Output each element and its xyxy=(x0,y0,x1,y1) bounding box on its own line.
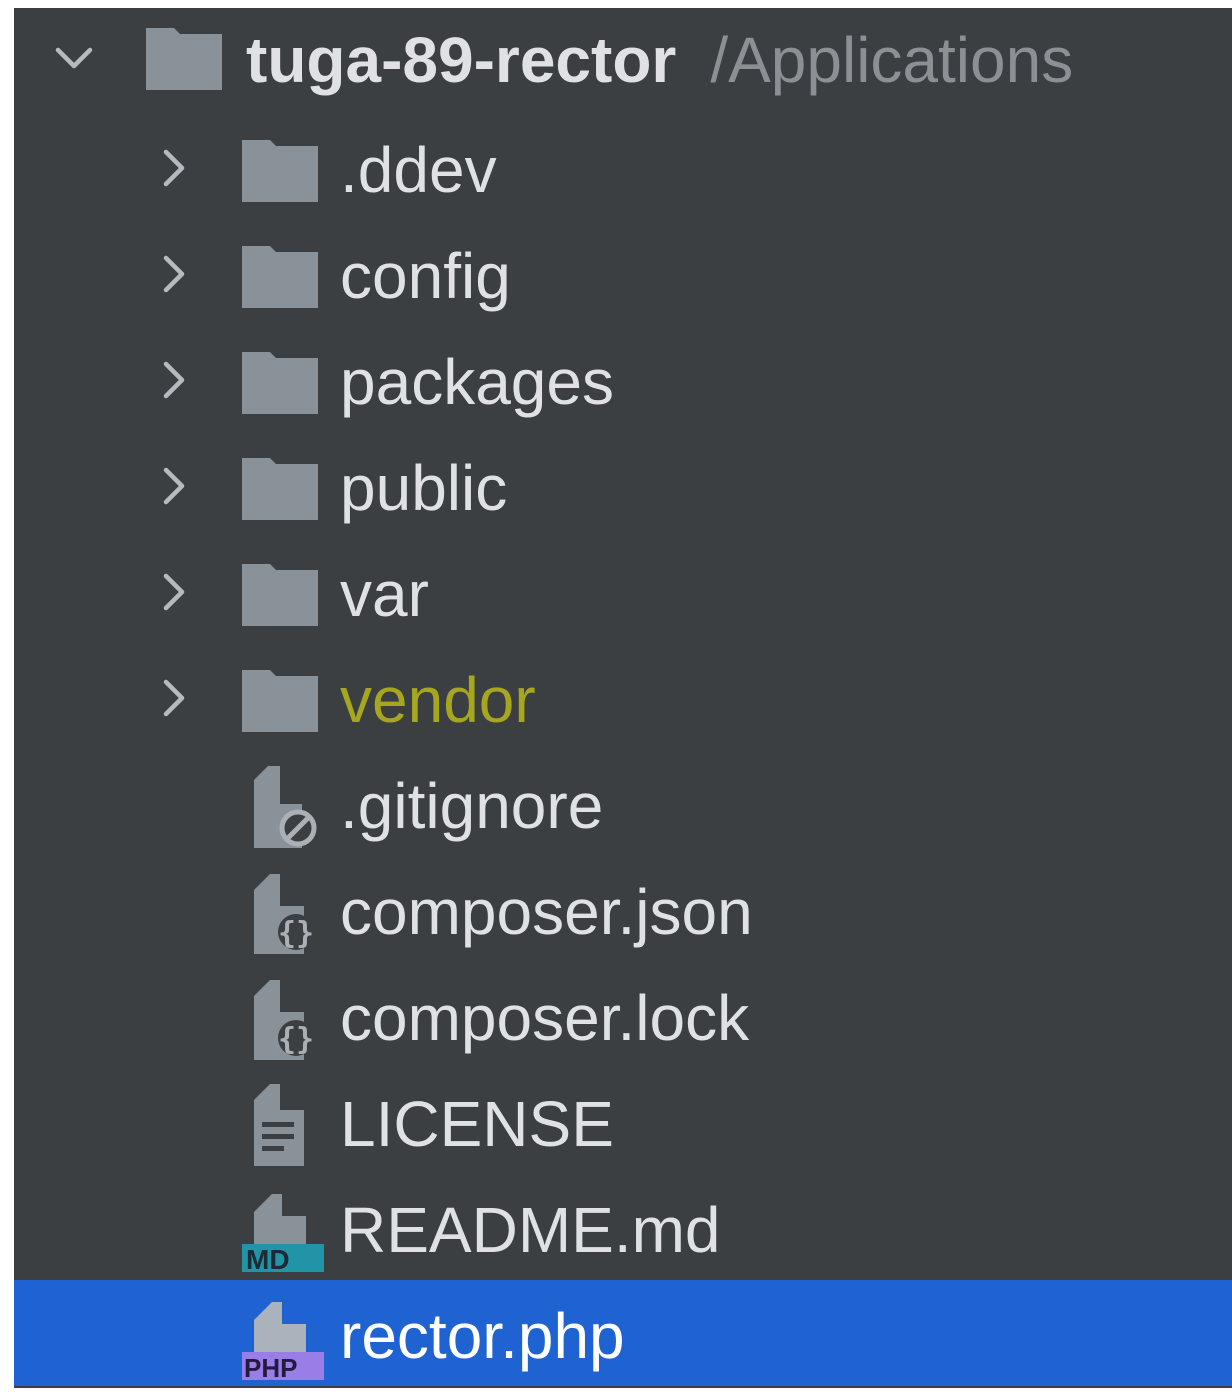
folder-icon xyxy=(242,458,318,520)
folder-icon xyxy=(242,140,318,202)
file-label: composer.lock xyxy=(340,982,750,1054)
root-folder-label: tuga-89-rector/Applications xyxy=(246,24,1074,96)
chevron-right-icon[interactable] xyxy=(154,360,194,400)
folder-label: packages xyxy=(340,346,614,418)
chevron-right-icon[interactable] xyxy=(154,148,194,188)
svg-text:{}: {} xyxy=(278,1022,314,1057)
tree-item-vendor[interactable]: vendor xyxy=(14,644,1232,750)
svg-text:{}: {} xyxy=(278,916,314,951)
tree-item-packages[interactable]: packages xyxy=(14,326,1232,432)
chevron-right-icon[interactable] xyxy=(154,466,194,506)
chevron-down-icon[interactable] xyxy=(54,38,94,78)
file-label-selected: rector.php xyxy=(340,1300,625,1372)
folder-label: config xyxy=(340,240,511,312)
tree-item-ddev[interactable]: .ddev xyxy=(14,114,1232,220)
folder-icon xyxy=(242,352,318,414)
project-tree-panel: tuga-89-rector/Applications .ddev config… xyxy=(14,8,1232,1388)
json-file-icon: {} xyxy=(254,874,314,954)
text-file-icon xyxy=(254,1084,304,1166)
php-badge: PHP xyxy=(244,1353,297,1380)
folder-icon xyxy=(242,564,318,626)
tree-item-public[interactable]: public xyxy=(14,432,1232,538)
root-path-label: /Applications xyxy=(710,24,1074,96)
php-file-icon: PHP xyxy=(242,1302,324,1380)
md-badge: MD xyxy=(246,1244,290,1272)
gitignore-file-icon xyxy=(254,766,317,848)
folder-label: .ddev xyxy=(340,134,497,206)
tree-item-gitignore[interactable]: .gitignore xyxy=(14,750,1232,856)
folder-label: public xyxy=(340,452,508,524)
folder-icon xyxy=(242,670,318,732)
tree-item-license[interactable]: LICENSE xyxy=(14,1068,1232,1174)
tree-item-config[interactable]: config xyxy=(14,220,1232,326)
folder-icon xyxy=(146,28,222,90)
tree-item-rector-php[interactable]: PHP rector.php xyxy=(14,1280,1232,1386)
chevron-right-icon[interactable] xyxy=(154,254,194,294)
file-label: README.md xyxy=(340,1194,721,1266)
file-label: LICENSE xyxy=(340,1088,614,1160)
tree-item-var[interactable]: var xyxy=(14,538,1232,644)
tree-item-composer-lock[interactable]: {} composer.lock xyxy=(14,962,1232,1068)
tree-item-composer-json[interactable]: {} composer.json xyxy=(14,856,1232,962)
json-file-icon: {} xyxy=(254,980,314,1060)
folder-label-excluded: vendor xyxy=(340,664,536,736)
file-label: composer.json xyxy=(340,876,753,948)
file-label: .gitignore xyxy=(340,770,604,842)
tree-root-row[interactable]: tuga-89-rector/Applications xyxy=(14,8,1232,114)
folder-label: var xyxy=(340,558,429,630)
markdown-file-icon: MD xyxy=(242,1194,324,1272)
chevron-right-icon[interactable] xyxy=(154,572,194,612)
folder-icon xyxy=(242,246,318,308)
tree-item-readme[interactable]: MD README.md xyxy=(14,1174,1232,1280)
chevron-right-icon[interactable] xyxy=(154,678,194,718)
